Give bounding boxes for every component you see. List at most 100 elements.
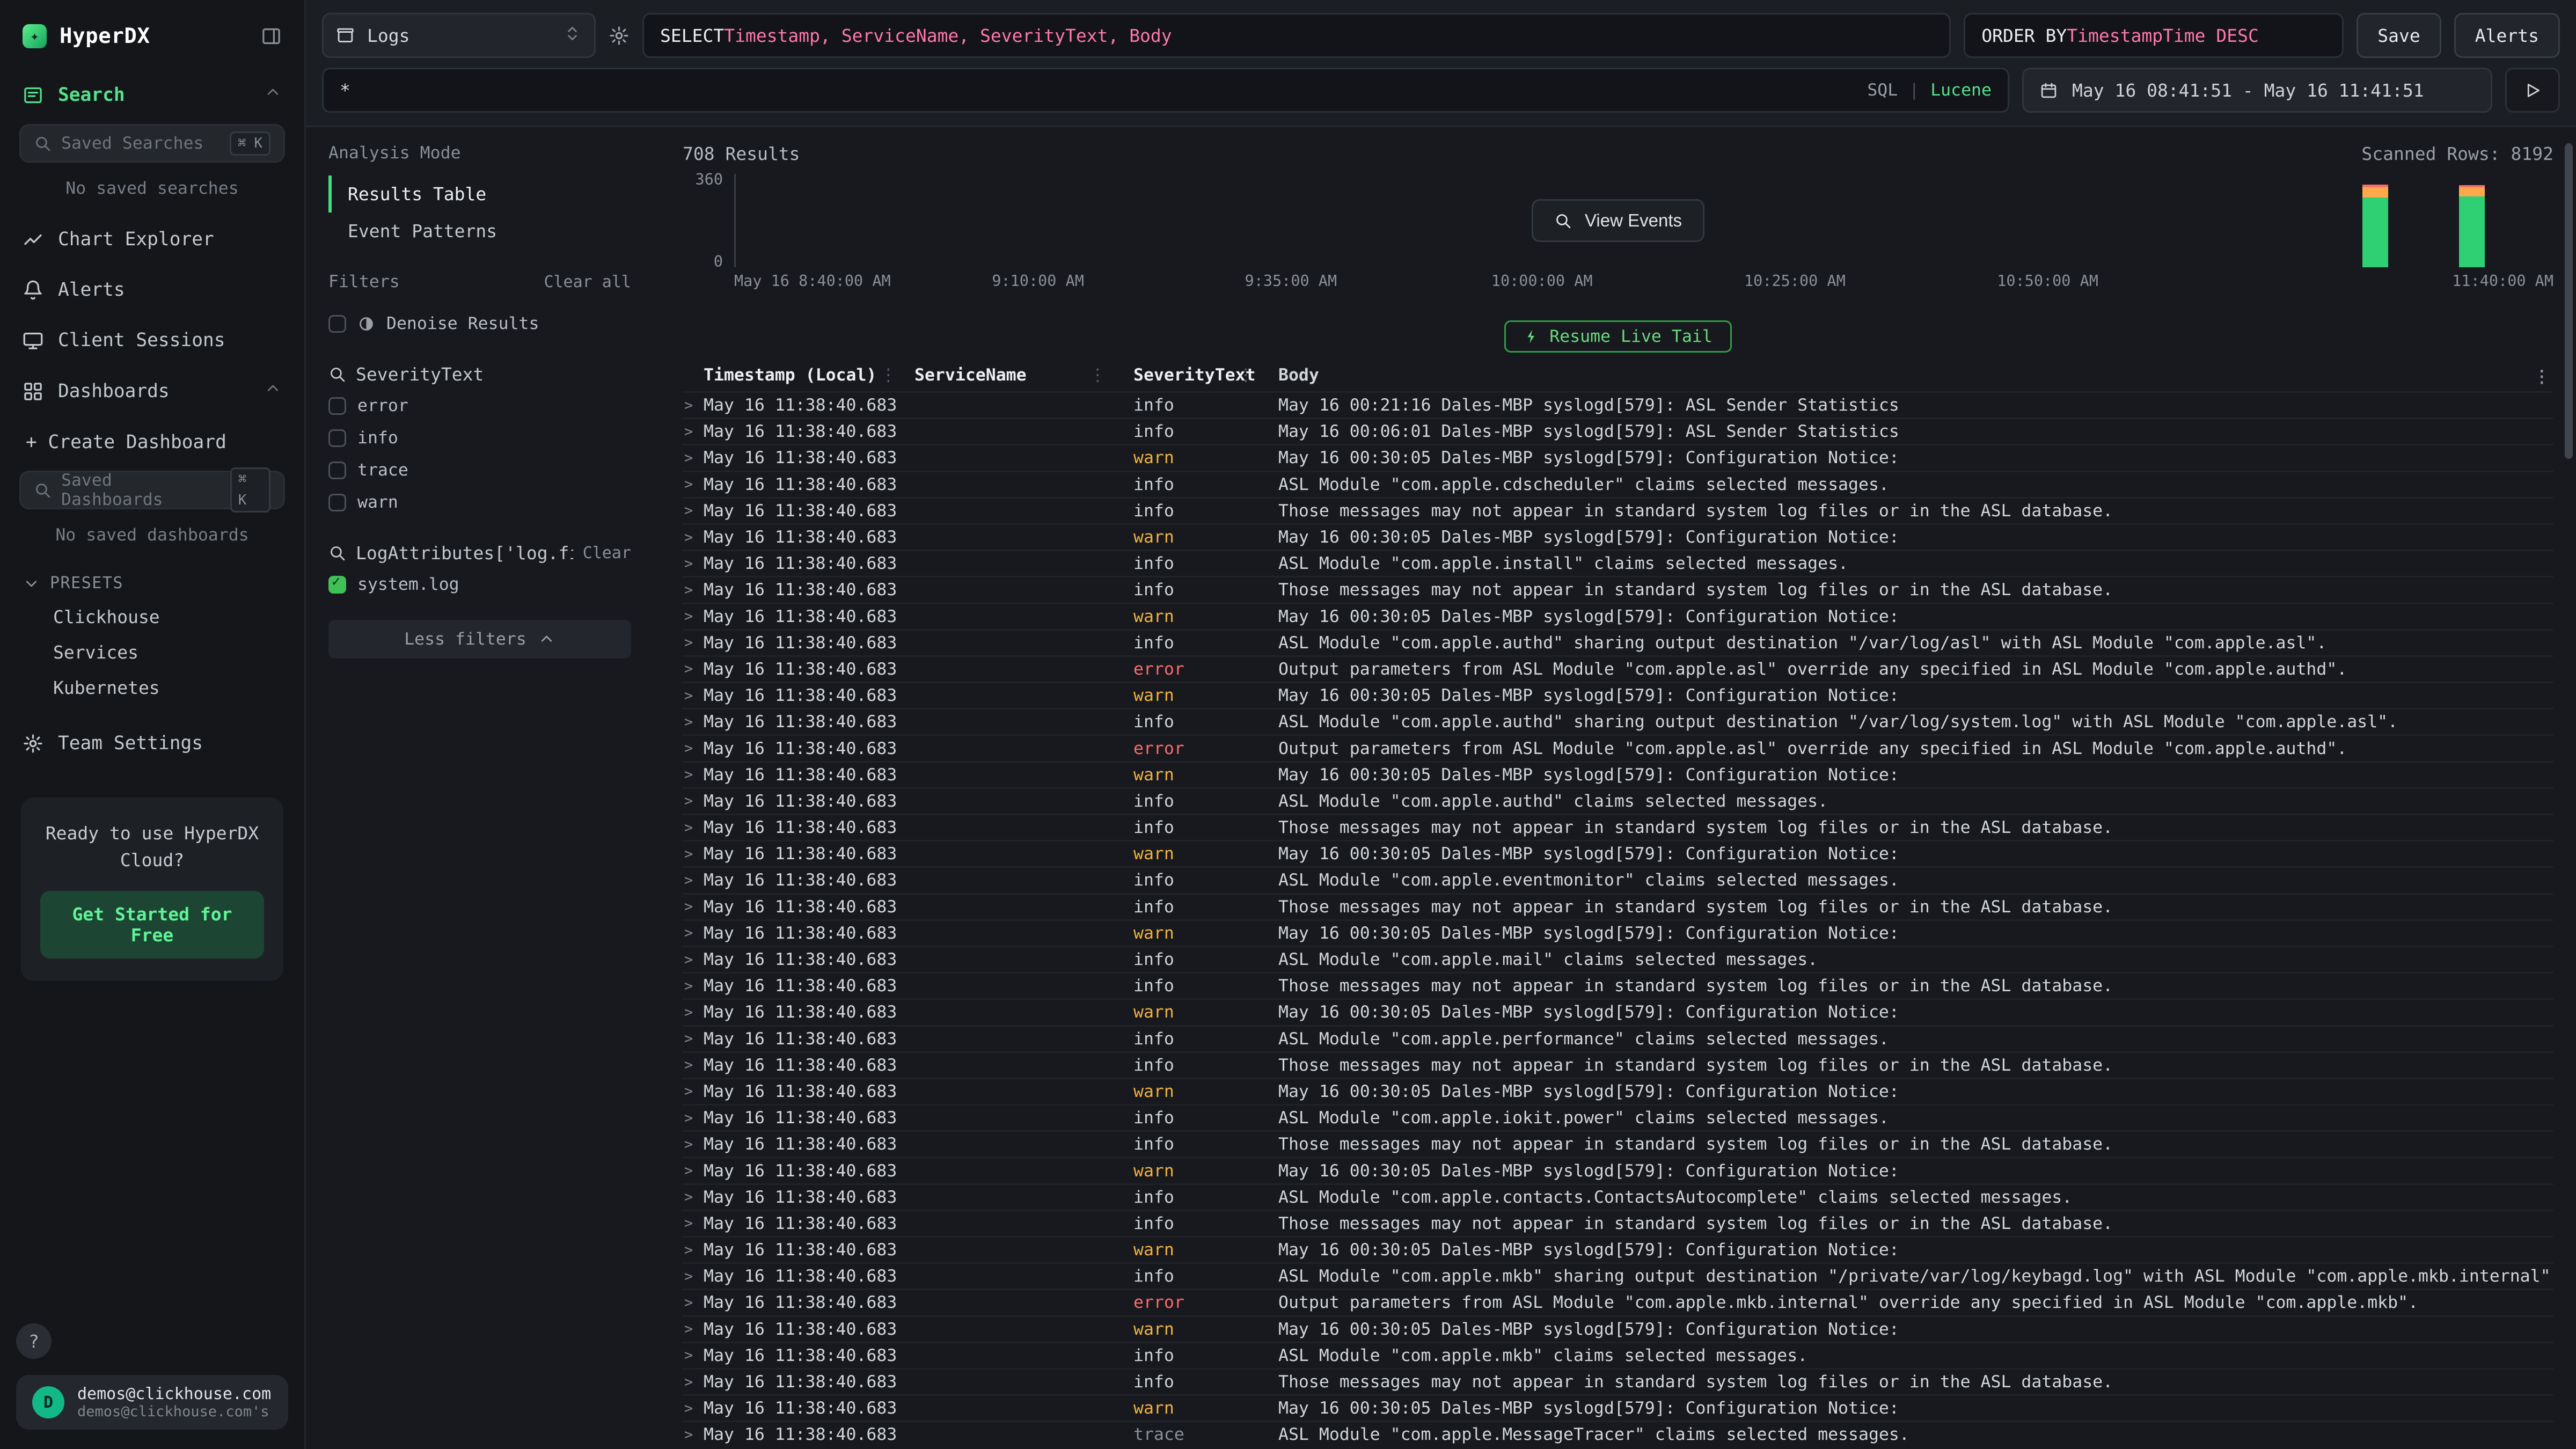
get-started-button[interactable]: Get Started for Free	[40, 891, 264, 958]
table-row[interactable]: >May 16 11:38:40.683 AMinfoMay 16 00:06:…	[683, 418, 2553, 444]
search-query-input[interactable]: * SQL | Lucene	[322, 68, 2009, 113]
sidebar-item-team-settings[interactable]: Team Settings	[0, 718, 304, 769]
column-header-severitytext[interactable]: SeverityText	[1111, 365, 1259, 385]
resume-live-tail-button[interactable]: Resume Live Tail	[1504, 320, 1731, 353]
clear-all-link[interactable]: Clear all	[544, 273, 631, 291]
table-row[interactable]: >May 16 11:38:40.683 AMwarnMay 16 00:30:…	[683, 523, 2553, 550]
mode-results-table[interactable]: Results Table	[328, 175, 631, 213]
table-row[interactable]: >May 16 11:38:40.683 AMwarnMay 16 00:30:…	[683, 1078, 2553, 1104]
sidebar-item-dashboards[interactable]: Dashboards	[0, 365, 304, 417]
row-expand-icon[interactable]: >	[683, 397, 704, 414]
row-expand-icon[interactable]: >	[683, 1136, 704, 1153]
row-expand-icon[interactable]: >	[683, 1268, 704, 1285]
row-expand-icon[interactable]: >	[683, 661, 704, 677]
row-expand-icon[interactable]: >	[683, 846, 704, 862]
less-filters-button[interactable]: Less filters	[328, 620, 631, 658]
row-expand-icon[interactable]: >	[683, 872, 704, 889]
preset-item-clickhouse[interactable]: Clickhouse	[0, 599, 304, 634]
row-expand-icon[interactable]: >	[683, 952, 704, 968]
table-row[interactable]: >May 16 11:38:40.683 AMerrorOutput param…	[683, 655, 2553, 682]
table-row[interactable]: >May 16 11:38:40.683 AMwarnMay 16 00:30:…	[683, 761, 2553, 787]
table-row[interactable]: >May 16 11:38:40.683 AMwarnMay 16 00:30:…	[683, 919, 2553, 946]
saved-searches-input[interactable]: Saved Searches ⌘ K	[19, 124, 285, 163]
filter-option-warn[interactable]: warn	[328, 486, 631, 518]
create-dashboard-button[interactable]: + Create Dashboard	[0, 417, 304, 467]
row-expand-icon[interactable]: >	[683, 1294, 704, 1311]
histogram-bar[interactable]	[2459, 185, 2485, 267]
row-expand-icon[interactable]: >	[683, 1400, 704, 1417]
table-row[interactable]: >May 16 11:38:40.683 AMwarnMay 16 00:30:…	[683, 444, 2553, 470]
row-expand-icon[interactable]: >	[683, 1030, 704, 1047]
results-scrollbar[interactable]	[2565, 143, 2573, 459]
row-expand-icon[interactable]: >	[683, 1321, 704, 1337]
source-settings-gear-icon[interactable]	[609, 25, 630, 46]
sidebar-item-alerts[interactable]: Alerts	[0, 265, 304, 315]
row-expand-icon[interactable]: >	[683, 766, 704, 783]
table-row[interactable]: >May 16 11:38:40.683 AMinfoASL Module "c…	[683, 866, 2553, 892]
saved-dashboards-input[interactable]: Saved Dashboards ⌘ K	[19, 471, 285, 509]
view-events-button[interactable]: View Events	[1532, 199, 1704, 242]
table-row[interactable]: >May 16 11:38:40.683 AMinfoASL Module "c…	[683, 1104, 2553, 1130]
row-expand-icon[interactable]: >	[683, 1162, 704, 1179]
time-range-picker[interactable]: May 16 08:41:51 - May 16 11:41:51	[2022, 68, 2492, 113]
table-row[interactable]: >May 16 11:38:40.683 AMinfoThose message…	[683, 1210, 2553, 1236]
row-expand-icon[interactable]: >	[683, 1426, 704, 1443]
sidebar-collapse-icon[interactable]	[261, 26, 282, 47]
alerts-button[interactable]: Alerts	[2454, 13, 2560, 58]
table-row[interactable]: >May 16 11:38:40.683 AMinfoASL Module "c…	[683, 708, 2553, 734]
filter-option-trace[interactable]: trace	[328, 454, 631, 486]
table-row[interactable]: >May 16 11:38:40.683 AMinfoASL Module "c…	[683, 1342, 2553, 1368]
source-select[interactable]: Logs	[322, 13, 596, 58]
sidebar-item-client-sessions[interactable]: Client Sessions	[0, 315, 304, 365]
histogram-bar[interactable]	[2362, 185, 2388, 267]
table-row[interactable]: >May 16 11:38:40.683 AMinfoThose message…	[683, 1051, 2553, 1078]
table-row[interactable]: >May 16 11:38:40.683 AMinfoASL Module "c…	[683, 1025, 2553, 1051]
language-lucene-option[interactable]: Lucene	[1930, 80, 1992, 100]
row-expand-icon[interactable]: >	[683, 978, 704, 994]
run-query-button[interactable]	[2505, 68, 2560, 113]
row-expand-icon[interactable]: >	[683, 793, 704, 809]
row-expand-icon[interactable]: >	[683, 1189, 704, 1205]
facet-clear-link[interactable]: Clear	[583, 544, 631, 562]
table-row[interactable]: >May 16 11:38:40.683 AMerrorOutput param…	[683, 734, 2553, 760]
table-row[interactable]: >May 16 11:38:40.683 AMinfoThose message…	[683, 497, 2553, 523]
row-expand-icon[interactable]: >	[683, 1215, 704, 1232]
severity-facet-header[interactable]: SeverityText	[328, 359, 631, 390]
table-options-icon[interactable]: ⋮	[2534, 367, 2551, 386]
help-button[interactable]: ?	[16, 1323, 52, 1359]
table-row[interactable]: >May 16 11:38:40.683 AMerrorOutput param…	[683, 1289, 2553, 1315]
presets-section-toggle[interactable]: PRESETS	[0, 561, 304, 599]
table-row[interactable]: >May 16 11:38:40.683 AMinfoThose message…	[683, 814, 2553, 840]
table-row[interactable]: >May 16 11:38:40.683 AMinfoThose message…	[683, 576, 2553, 602]
row-expand-icon[interactable]: >	[683, 1347, 704, 1364]
table-row[interactable]: >May 16 11:38:40.683 AMinfoThose message…	[683, 1368, 2553, 1394]
column-header-body[interactable]: Body	[1259, 365, 2553, 385]
filter-option-system.log[interactable]: system.log	[328, 568, 631, 601]
filter-option-error[interactable]: error	[328, 390, 631, 422]
table-row[interactable]: >May 16 11:38:40.683 AMtraceASL Module "…	[683, 1421, 2553, 1447]
row-expand-icon[interactable]: >	[683, 1374, 704, 1391]
table-row[interactable]: >May 16 11:38:40.683 AMinfoThose message…	[683, 893, 2553, 919]
language-sql-option[interactable]: SQL	[1867, 80, 1898, 100]
column-header-timestamp[interactable]: Timestamp (Local)	[704, 365, 902, 385]
row-expand-icon[interactable]: >	[683, 714, 704, 730]
table-row[interactable]: >May 16 11:38:40.683 AMinfoASL Module "c…	[683, 629, 2553, 655]
table-row[interactable]: >May 16 11:38:40.683 AMwarnMay 16 00:30:…	[683, 1157, 2553, 1183]
preset-item-kubernetes[interactable]: Kubernetes	[0, 670, 304, 705]
row-expand-icon[interactable]: >	[683, 740, 704, 757]
denoise-results-checkbox[interactable]: Denoise Results	[328, 308, 631, 340]
row-expand-icon[interactable]: >	[683, 819, 704, 836]
table-row[interactable]: >May 16 11:38:40.683 AMinfoASL Module "c…	[683, 471, 2553, 497]
sidebar-item-search[interactable]: Search	[0, 69, 304, 121]
logattributes-facet-header[interactable]: LogAttributes['log.file.nam Clear	[328, 538, 631, 568]
table-row[interactable]: >May 16 11:38:40.683 AMwarnMay 16 00:30:…	[683, 840, 2553, 866]
row-expand-icon[interactable]: >	[683, 502, 704, 519]
filter-option-info[interactable]: info	[328, 422, 631, 454]
row-expand-icon[interactable]: >	[683, 1242, 704, 1258]
table-row[interactable]: >May 16 11:38:40.683 AMwarnMay 16 00:30:…	[683, 1315, 2553, 1342]
preset-item-services[interactable]: Services	[0, 634, 304, 670]
row-expand-icon[interactable]: >	[683, 529, 704, 546]
user-menu[interactable]: D demos@clickhouse.com demos@clickhouse.…	[16, 1375, 288, 1430]
row-expand-icon[interactable]: >	[683, 423, 704, 440]
row-expand-icon[interactable]: >	[683, 476, 704, 493]
